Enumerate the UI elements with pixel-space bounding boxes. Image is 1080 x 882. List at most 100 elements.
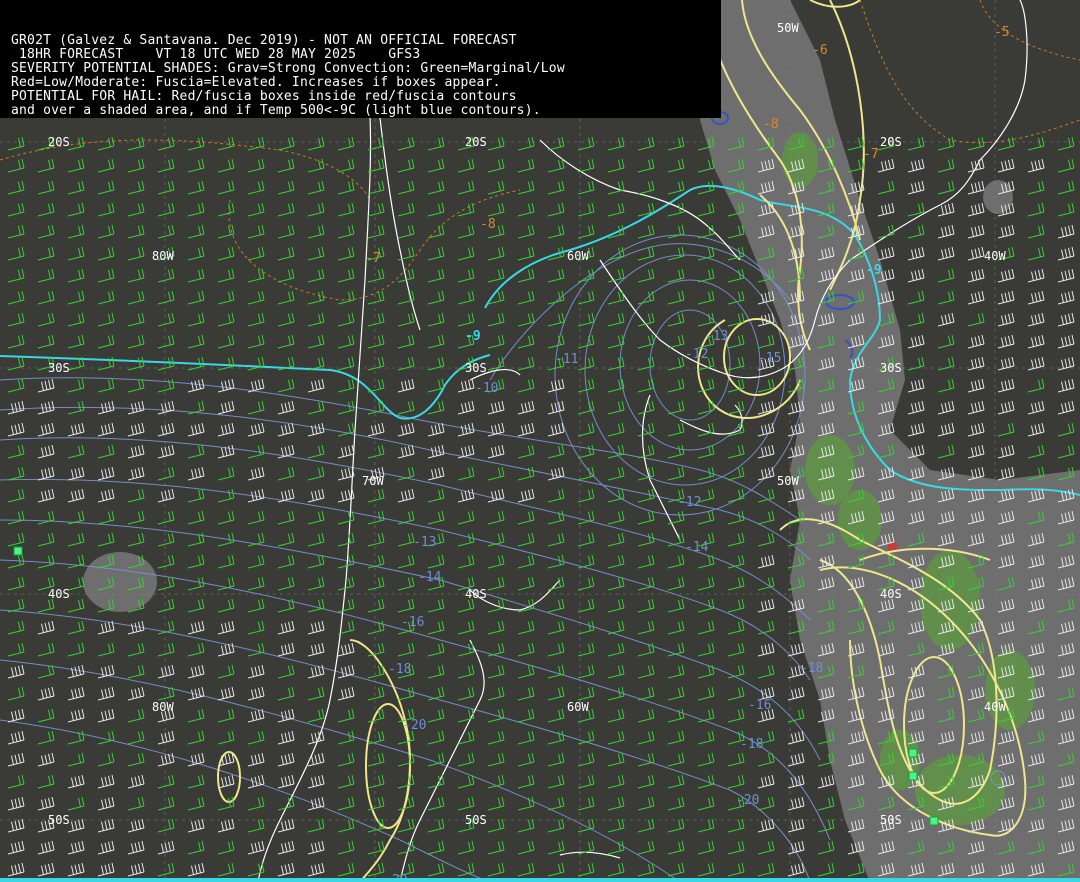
wind-barb (397, 136, 415, 151)
wind-barb (607, 510, 625, 525)
wind-barb (697, 818, 715, 833)
wind-barb (307, 510, 325, 525)
wind-barb (697, 224, 715, 239)
wind-barb (97, 158, 115, 173)
wind-barb (907, 378, 925, 393)
wind-barb (427, 730, 445, 745)
wind-barb (667, 466, 685, 481)
wind-barb (547, 334, 565, 349)
wind-barb (157, 180, 175, 195)
wind-barb (67, 532, 85, 547)
wind-barb (877, 224, 895, 239)
wind-barb (7, 510, 25, 525)
wind-barb (457, 400, 475, 415)
wind-barb (277, 862, 295, 877)
wind-barb (727, 334, 745, 349)
wind-barb (7, 620, 25, 635)
wind-barb (1027, 136, 1045, 151)
wind-barb (7, 708, 25, 723)
wind-barb (547, 752, 565, 767)
wind-barb (127, 202, 145, 217)
wind-barb (307, 422, 325, 437)
wind-barb (427, 136, 445, 151)
svg-text:-7: -7 (365, 251, 381, 266)
wind-barb (397, 554, 415, 569)
wind-barb (37, 268, 55, 283)
wind-barb (67, 774, 85, 789)
svg-text:-18: -18 (388, 662, 411, 677)
wind-barb (397, 180, 415, 195)
wind-barb (427, 708, 445, 723)
wind-barb (967, 290, 985, 305)
wind-barb (517, 796, 535, 811)
wind-barb (7, 400, 25, 415)
wind-barb (967, 400, 985, 415)
hail-box (908, 748, 918, 758)
wind-barb (547, 840, 565, 855)
wind-barb (637, 664, 655, 679)
wind-barb (157, 312, 175, 327)
wind-barb (7, 664, 25, 679)
wind-barb (127, 180, 145, 195)
wind-barb (337, 290, 355, 305)
wind-barb (787, 862, 805, 877)
wind-barb (247, 510, 265, 525)
wind-barb (487, 136, 505, 151)
wind-barb (517, 158, 535, 173)
wind-barb (37, 774, 55, 789)
wind-barb (847, 136, 865, 151)
wind-barb (907, 400, 925, 415)
wind-barb (457, 180, 475, 195)
wind-barb (907, 202, 925, 217)
wind-barb (907, 422, 925, 437)
wind-barb (667, 598, 685, 613)
wind-barb (247, 246, 265, 261)
wind-barb (127, 488, 145, 503)
wind-barb (607, 532, 625, 547)
wind-barb (457, 840, 475, 855)
wind-barb (277, 620, 295, 635)
wind-barb (487, 752, 505, 767)
header-forecast-time: 18HR FORECAST VT 18 UTC WED 28 MAY 2025 … (11, 47, 421, 62)
wind-barb (337, 510, 355, 525)
wind-barb (757, 664, 775, 679)
wind-barb (637, 708, 655, 723)
wind-barb (607, 422, 625, 437)
wind-barb (1027, 378, 1045, 393)
wind-barb (547, 268, 565, 283)
wind-barb (7, 158, 25, 173)
wind-barb (547, 818, 565, 833)
wind-barb (307, 290, 325, 305)
wind-barb (727, 774, 745, 789)
wind-barb (967, 158, 985, 173)
wind-barb (187, 686, 205, 701)
wind-barb (907, 334, 925, 349)
wind-barb (187, 620, 205, 635)
wind-barb (607, 752, 625, 767)
wind-barb (127, 136, 145, 151)
wind-barb (1027, 334, 1045, 349)
wind-barb (637, 290, 655, 305)
wind-barb (67, 334, 85, 349)
wind-barb (97, 686, 115, 701)
wind-barb (7, 840, 25, 855)
wind-barb (667, 180, 685, 195)
wind-barb (307, 158, 325, 173)
wind-barb (1027, 224, 1045, 239)
wind-barb (337, 686, 355, 701)
wind-barb (307, 532, 325, 547)
wind-barb (367, 334, 385, 349)
wind-barb (277, 290, 295, 305)
wind-barb (697, 246, 715, 261)
wind-barb (247, 554, 265, 569)
wind-barb (1057, 202, 1075, 217)
wind-barb (547, 444, 565, 459)
wind-barb (517, 246, 535, 261)
wind-barb (307, 312, 325, 327)
wind-barb (427, 202, 445, 217)
hail-box (13, 546, 23, 556)
wind-barb (217, 708, 235, 723)
wind-barb (547, 136, 565, 151)
wind-barb (547, 620, 565, 635)
wind-barb (997, 356, 1015, 371)
